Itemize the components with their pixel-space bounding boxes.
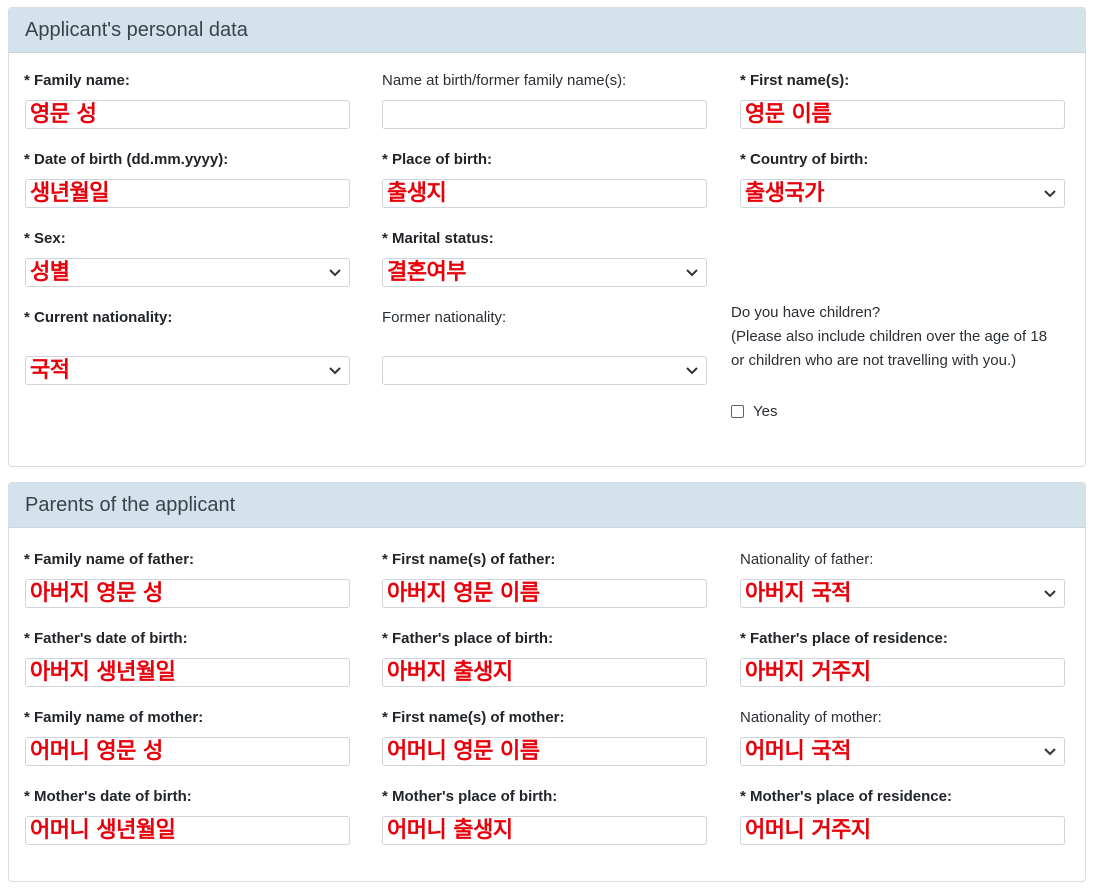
children-question-text: Do you have children? xyxy=(731,304,881,321)
father-nationality-label: Nationality of father: xyxy=(740,551,874,568)
mother-first-name-input[interactable]: 어머니 영문 이름 xyxy=(382,737,707,766)
current-nationality-select[interactable]: 국적 xyxy=(25,356,350,385)
sex-select[interactable]: 성별 xyxy=(25,258,350,287)
marital-status-value: 결혼여부 xyxy=(387,260,466,285)
personal-data-header: Applicant's personal data xyxy=(9,8,1085,53)
place-of-birth-value: 출생지 xyxy=(387,181,447,206)
father-family-name-value: 아버지 영문 성 xyxy=(30,581,163,606)
mother-first-name-label: * First name(s) of mother: xyxy=(382,709,565,726)
former-nationality-label: Former nationality: xyxy=(382,309,507,326)
father-first-name-input[interactable]: 아버지 영문 이름 xyxy=(382,579,707,608)
children-question: Do you have children? (Please also inclu… xyxy=(731,301,1061,373)
family-name-value: 영문 성 xyxy=(30,102,97,127)
country-of-birth-select[interactable]: 출생국가 xyxy=(740,179,1065,208)
sex-value: 성별 xyxy=(30,260,70,285)
children-yes-row[interactable]: Yes xyxy=(731,403,777,420)
marital-status-select[interactable]: 결혼여부 xyxy=(382,258,707,287)
mother-family-name-input[interactable]: 어머니 영문 성 xyxy=(25,737,350,766)
name-at-birth-input[interactable] xyxy=(382,100,707,129)
father-pob-input[interactable]: 아버지 출생지 xyxy=(382,658,707,687)
chevron-down-icon xyxy=(1042,742,1058,760)
father-dob-value: 아버지 생년월일 xyxy=(30,660,176,685)
chevron-down-icon xyxy=(684,263,700,281)
country-of-birth-value: 출생국가 xyxy=(745,181,824,206)
chevron-down-icon xyxy=(1042,184,1058,202)
former-nationality-select[interactable] xyxy=(382,356,707,385)
father-first-name-label: * First name(s) of father: xyxy=(382,551,556,568)
chevron-down-icon xyxy=(684,361,700,379)
sex-label: * Sex: xyxy=(24,230,66,247)
parents-header: Parents of the applicant xyxy=(9,483,1085,528)
mother-dob-value: 어머니 생년월일 xyxy=(30,818,176,843)
mother-dob-label: * Mother's date of birth: xyxy=(24,788,192,805)
father-dob-input[interactable]: 아버지 생년월일 xyxy=(25,658,350,687)
father-first-name-value: 아버지 영문 이름 xyxy=(387,581,540,606)
mother-nationality-select[interactable]: 어머니 국적 xyxy=(740,737,1065,766)
father-family-name-label: * Family name of father: xyxy=(24,551,195,568)
place-of-birth-input[interactable]: 출생지 xyxy=(382,179,707,208)
mother-pob-value: 어머니 출생지 xyxy=(387,818,513,843)
current-nationality-label: * Current nationality: xyxy=(24,309,173,326)
father-pob-value: 아버지 출생지 xyxy=(387,660,513,685)
mother-nationality-value: 어머니 국적 xyxy=(745,739,851,764)
mother-first-name-value: 어머니 영문 이름 xyxy=(387,739,540,764)
first-name-label: * First name(s): xyxy=(740,72,850,89)
dob-input[interactable]: 생년월일 xyxy=(25,179,350,208)
checkbox-icon[interactable] xyxy=(731,405,744,418)
mother-family-name-value: 어머니 영문 성 xyxy=(30,739,163,764)
father-nationality-value: 아버지 국적 xyxy=(745,581,851,606)
chevron-down-icon xyxy=(327,263,343,281)
mother-pob-label: * Mother's place of birth: xyxy=(382,788,558,805)
family-name-label: * Family name: xyxy=(24,72,130,89)
country-of-birth-label: * Country of birth: xyxy=(740,151,869,168)
place-of-birth-label: * Place of birth: xyxy=(382,151,493,168)
first-name-input[interactable]: 영문 이름 xyxy=(740,100,1065,129)
name-at-birth-label: Name at birth/former family name(s): xyxy=(382,72,627,89)
father-residence-input[interactable]: 아버지 거주지 xyxy=(740,658,1065,687)
dob-value: 생년월일 xyxy=(30,181,109,206)
father-nationality-select[interactable]: 아버지 국적 xyxy=(740,579,1065,608)
current-nationality-value: 국적 xyxy=(30,358,70,383)
mother-residence-input[interactable]: 어머니 거주지 xyxy=(740,816,1065,845)
marital-status-label: * Marital status: xyxy=(382,230,494,247)
father-family-name-input[interactable]: 아버지 영문 성 xyxy=(25,579,350,608)
dob-label: * Date of birth (dd.mm.yyyy): xyxy=(24,151,229,168)
mother-residence-label: * Mother's place of residence: xyxy=(740,788,952,805)
children-yes-label[interactable]: Yes xyxy=(753,403,777,420)
children-note-text: (Please also include children over the a… xyxy=(731,328,1048,369)
father-pob-label: * Father's place of birth: xyxy=(382,630,554,647)
mother-family-name-label: * Family name of mother: xyxy=(24,709,204,726)
chevron-down-icon xyxy=(327,361,343,379)
chevron-down-icon xyxy=(1042,584,1058,602)
father-residence-label: * Father's place of residence: xyxy=(740,630,948,647)
first-name-value: 영문 이름 xyxy=(745,102,832,127)
mother-nationality-label: Nationality of mother: xyxy=(740,709,882,726)
mother-residence-value: 어머니 거주지 xyxy=(745,818,871,843)
father-dob-label: * Father's date of birth: xyxy=(24,630,188,647)
father-residence-value: 아버지 거주지 xyxy=(745,660,871,685)
mother-dob-input[interactable]: 어머니 생년월일 xyxy=(25,816,350,845)
family-name-input[interactable]: 영문 성 xyxy=(25,100,350,129)
mother-pob-input[interactable]: 어머니 출생지 xyxy=(382,816,707,845)
